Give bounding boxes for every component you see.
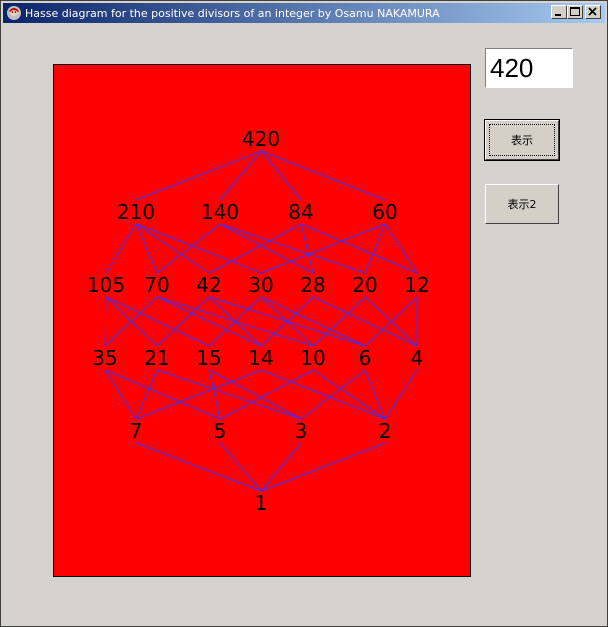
- edge-42-6: [208, 296, 366, 347]
- maximize-icon: [570, 7, 580, 16]
- node-21: 21: [144, 346, 169, 370]
- node-30: 30: [248, 273, 273, 297]
- node-210: 210: [117, 200, 155, 224]
- node-105: 105: [87, 273, 125, 297]
- edge-28-4: [312, 296, 418, 347]
- node-420: 420: [242, 127, 280, 151]
- node-42: 42: [196, 273, 221, 297]
- edge-10-5: [219, 369, 314, 420]
- hasse-diagram-canvas: 1 2 3 4 5 6 7 10 12 14 15 20 21 28 30 35 42 60 70 84 105 140 2…: [53, 64, 471, 577]
- node-70: 70: [144, 273, 169, 297]
- node-35: 35: [92, 346, 117, 370]
- edge-35-5: [104, 369, 221, 420]
- hasse-diagram: 1234567101214152021283035426070841051402…: [87, 127, 430, 515]
- focus-rect: [489, 124, 555, 156]
- edge-70-14: [156, 296, 262, 347]
- edge-20-10: [312, 296, 366, 347]
- node-6: 6: [359, 346, 372, 370]
- edge-84-12: [300, 223, 418, 274]
- edge-420-140: [219, 150, 262, 201]
- show2-button[interactable]: 表示2: [485, 184, 559, 224]
- edge-4-2: [384, 369, 418, 420]
- node-20: 20: [352, 273, 377, 297]
- nodes: 1234567101214152021283035426070841051402…: [87, 127, 430, 515]
- edge-7-1: [135, 442, 262, 492]
- node-28: 28: [300, 273, 325, 297]
- edge-42-21: [156, 296, 210, 347]
- maximize-button[interactable]: [567, 5, 583, 19]
- edge-35-7: [104, 369, 137, 420]
- title-bar[interactable]: Hasse diagram for the positive divisors …: [3, 3, 605, 23]
- node-10: 10: [300, 346, 325, 370]
- node-14: 14: [248, 346, 273, 370]
- edge-105-15: [105, 296, 210, 347]
- edge-420-60: [260, 150, 386, 201]
- node-84: 84: [288, 200, 313, 224]
- node-4: 4: [411, 346, 424, 370]
- edge-140-28: [219, 223, 314, 274]
- show-button[interactable]: 表示: [484, 119, 560, 161]
- edge-210-105: [105, 223, 137, 274]
- app-window: Hasse diagram for the positive divisors …: [0, 0, 608, 627]
- edge-420-84: [260, 150, 302, 201]
- edge-60-12: [384, 223, 418, 274]
- window-title: Hasse diagram for the positive divisors …: [25, 6, 440, 20]
- integer-input[interactable]: [485, 48, 573, 88]
- edge-420-210: [135, 150, 262, 201]
- node-7: 7: [130, 419, 143, 443]
- edge-60-30: [260, 223, 386, 274]
- edge-5-1: [219, 442, 262, 492]
- edge-84-28: [300, 223, 314, 274]
- node-3: 3: [295, 419, 308, 443]
- edge-84-42: [208, 223, 302, 274]
- node-60: 60: [372, 200, 397, 224]
- node-140: 140: [201, 200, 239, 224]
- edge-3-1: [260, 442, 302, 492]
- minimize-icon: [555, 14, 561, 16]
- edge-2-1: [260, 442, 386, 492]
- close-button[interactable]: [585, 5, 601, 19]
- show2-button-label: 表示2: [507, 198, 537, 211]
- edge-15-3: [208, 369, 302, 420]
- edge-6-3: [300, 369, 366, 420]
- window-controls: [551, 5, 601, 19]
- node-5: 5: [214, 419, 227, 443]
- edge-70-10: [156, 296, 314, 347]
- edge-30-6: [260, 296, 366, 347]
- edge-15-5: [208, 369, 221, 420]
- edge-14-7: [135, 369, 262, 420]
- node-15: 15: [196, 346, 221, 370]
- edge-60-20: [364, 223, 386, 274]
- edge-140-70: [156, 223, 221, 274]
- app-icon: [7, 6, 21, 20]
- node-12: 12: [404, 273, 429, 297]
- close-icon: [588, 7, 597, 16]
- node-1: 1: [255, 491, 268, 515]
- edge-105-35: [104, 296, 107, 347]
- node-2: 2: [379, 419, 392, 443]
- minimize-button[interactable]: [551, 5, 567, 19]
